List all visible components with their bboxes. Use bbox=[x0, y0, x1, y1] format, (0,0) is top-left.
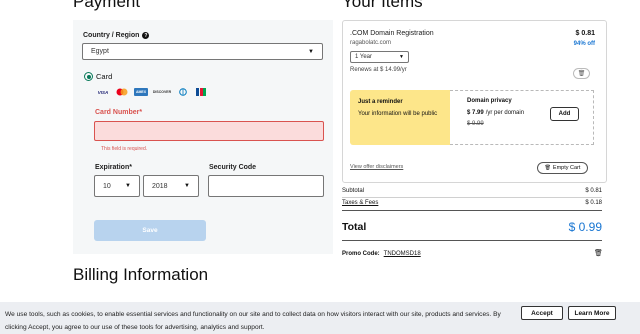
chevron-down-icon: ▼ bbox=[308, 48, 314, 55]
promo-code-value: TNDOMSD18 bbox=[383, 251, 421, 257]
promo-code: Promo Code: TNDOMSD18 bbox=[342, 251, 421, 257]
reminder-text: Your information will be public bbox=[358, 111, 438, 117]
diners-club-icon bbox=[176, 88, 190, 96]
help-icon[interactable]: ? bbox=[142, 32, 150, 39]
security-code-input[interactable] bbox=[208, 175, 324, 197]
total-label: Total bbox=[342, 221, 367, 233]
item-price: $ 0.81 bbox=[575, 30, 595, 37]
chevron-down-icon: ▼ bbox=[399, 54, 404, 60]
promo-label: Promo Code: bbox=[342, 251, 380, 257]
visa-icon: VISA bbox=[97, 89, 109, 95]
divider bbox=[342, 210, 602, 211]
card-number-label: Card Number* bbox=[95, 109, 143, 116]
trash-icon: 🗑 bbox=[577, 71, 586, 77]
privacy-price-value: $ 7.99 bbox=[467, 110, 484, 116]
accept-cookies-button[interactable]: Accept bbox=[521, 306, 563, 320]
exp-year-value: 2018 bbox=[152, 182, 168, 190]
chevron-down-icon: ▼ bbox=[184, 183, 190, 189]
cookie-text: We use tools, such as cookies, to enable… bbox=[5, 311, 501, 331]
country-value: Egypt bbox=[91, 48, 109, 55]
exp-month-value: 10 bbox=[103, 182, 111, 190]
remove-item-button[interactable]: 🗑 bbox=[573, 68, 590, 79]
country-label-text: Country / Region bbox=[83, 32, 140, 39]
reminder-title: Just a reminder bbox=[358, 99, 403, 105]
item-name: .COM Domain Registration bbox=[350, 30, 434, 37]
remove-promo-icon[interactable]: 🗑 bbox=[594, 249, 603, 257]
subtotal-value: $ 0.81 bbox=[585, 188, 602, 194]
save-button[interactable]: Save bbox=[94, 220, 206, 241]
country-label: Country / Region ? bbox=[83, 32, 150, 39]
exp-year-select[interactable]: 2018 ▼ bbox=[143, 175, 199, 197]
mastercard-icon bbox=[115, 88, 129, 96]
subtotal-label: Subtotal bbox=[342, 188, 365, 194]
expiration-label: Expiration* bbox=[95, 164, 132, 171]
card-number-error: This field is required. bbox=[101, 146, 148, 152]
offer-disclaimers-link[interactable]: View offer disclaimers bbox=[350, 164, 403, 170]
divider bbox=[342, 197, 602, 198]
chevron-down-icon: ▼ bbox=[125, 183, 131, 189]
discover-icon: DISCOVER bbox=[152, 90, 172, 94]
add-privacy-button[interactable]: Add bbox=[550, 107, 579, 121]
trash-icon: 🗑 bbox=[544, 165, 551, 171]
privacy-price: $ 7.99 /yr per domain bbox=[467, 110, 524, 116]
total-value: $ 0.99 bbox=[568, 220, 602, 234]
card-logos: VISA AMEX DISCOVER bbox=[96, 88, 207, 96]
card-label: Card bbox=[96, 72, 113, 81]
privacy-price-unit: /yr per domain bbox=[485, 110, 525, 116]
amex-icon: AMEX bbox=[134, 88, 148, 96]
privacy-old-price: $ 9.99 bbox=[467, 121, 484, 127]
billing-heading: Billing Information bbox=[73, 265, 209, 284]
divider bbox=[342, 240, 602, 241]
mastercard-circles-icon bbox=[116, 88, 128, 96]
card-number-input[interactable] bbox=[94, 121, 324, 141]
your-items-heading: Your Items bbox=[342, 0, 423, 11]
item-domain: ragabolatc.com bbox=[350, 40, 392, 46]
jcb-icon bbox=[195, 88, 207, 96]
diners-circle-icon bbox=[179, 88, 187, 96]
renews-text: Renews at $ 14.99/yr bbox=[350, 67, 407, 73]
country-select[interactable]: Egypt ▼ bbox=[82, 43, 323, 60]
item-discount: 94% off bbox=[573, 41, 595, 47]
payment-heading: Payment bbox=[73, 0, 141, 11]
security-code-label: Security Code bbox=[209, 164, 257, 171]
taxes-value: $ 0.18 bbox=[585, 200, 602, 206]
term-value: 1 Year bbox=[355, 54, 373, 60]
card-radio[interactable] bbox=[84, 72, 93, 81]
exp-month-select[interactable]: 10 ▼ bbox=[94, 175, 140, 197]
empty-cart-button[interactable]: 🗑 Empty Cart bbox=[537, 162, 588, 174]
taxes-fees-link[interactable]: Taxes & Fees bbox=[342, 200, 378, 206]
privacy-title: Domain privacy bbox=[467, 98, 512, 104]
empty-cart-label: Empty Cart bbox=[552, 165, 581, 171]
term-select[interactable]: 1 Year ▼ bbox=[350, 51, 409, 63]
learn-more-button[interactable]: Learn More bbox=[568, 306, 616, 320]
